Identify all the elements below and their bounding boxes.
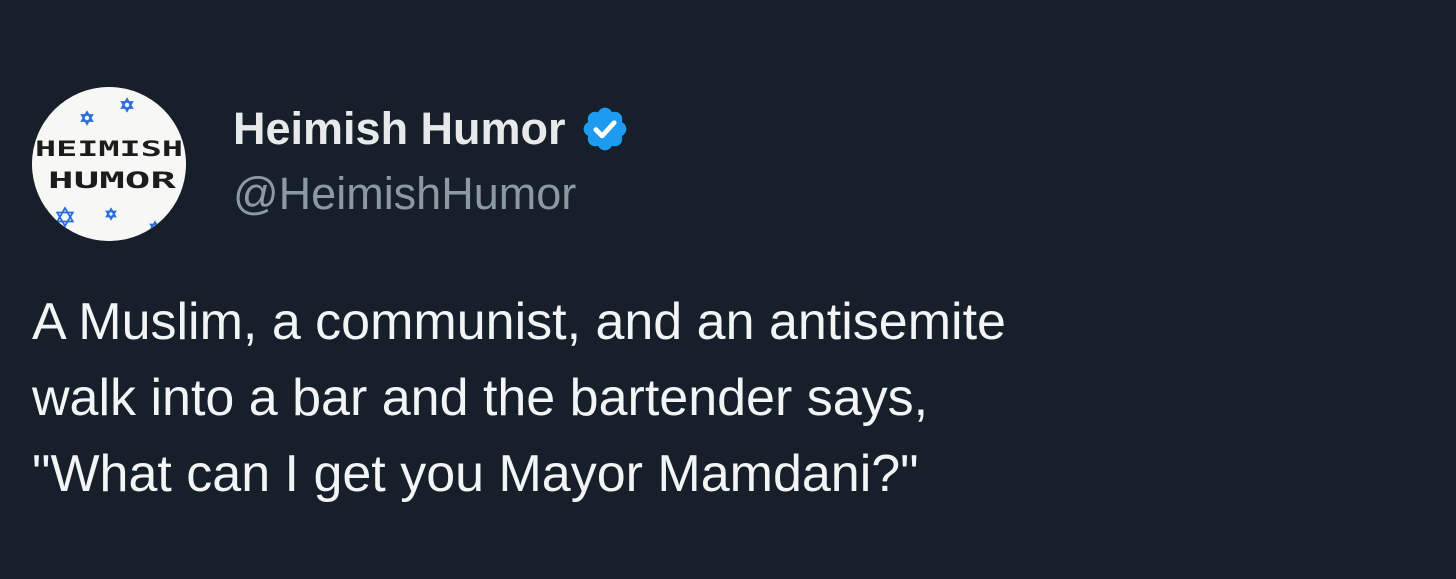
author-display-name: Heimish Humor [233,103,566,154]
avatar[interactable]: HEIMISH HUMOR [32,87,186,241]
verified-badge-icon [583,107,626,151]
tweet-card: HEIMISH HUMOR Heimish Humor @HeimishHumo… [0,0,1456,579]
heimish-humor-logo-icon: HEIMISH HUMOR [32,87,186,241]
tweet-text: A Muslim, a communist, and an antisemite… [32,293,1006,503]
avatar-logo-line-1: HEIMISH [35,137,183,161]
author-handle[interactable]: @HeimishHumor [233,168,576,220]
avatar-logo-line-2: HUMOR [48,169,177,194]
author-display-name-link[interactable]: Heimish Humor [233,100,630,158]
